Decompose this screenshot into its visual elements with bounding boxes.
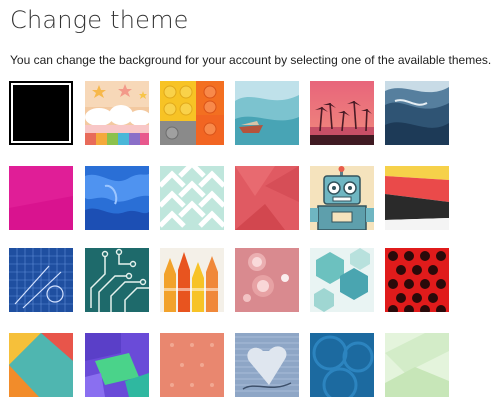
theme-peach-dots[interactable] [160, 333, 224, 397]
theme-palm-trees-sunset[interactable] [310, 81, 374, 145]
theme-coral-geometric[interactable] [235, 166, 299, 230]
robot-thumbnail [310, 166, 374, 230]
circuit-board-thumbnail [85, 248, 149, 312]
pale-green-geometric-thumbnail [385, 333, 449, 397]
theme-teal-hexagons[interactable] [310, 248, 374, 312]
boat-wave-thumbnail [235, 81, 299, 145]
theme-bokeh-red[interactable] [235, 248, 299, 312]
ocean-wave-thumbnail [385, 81, 449, 145]
theme-building-blocks[interactable] [160, 81, 224, 145]
stars-pastel-thumbnail [85, 81, 149, 145]
theme-green-purple-blocks[interactable] [85, 333, 149, 397]
theme-heart-fabric[interactable] [235, 333, 299, 397]
colorful-triangles-thumbnail [9, 333, 73, 397]
blue-circles-thumbnail [310, 333, 374, 397]
theme-colorful-triangles[interactable] [9, 333, 73, 397]
theme-stars-pastel[interactable] [85, 81, 149, 145]
theme-robot[interactable] [310, 166, 374, 230]
page-description: You can change the background for your a… [10, 53, 492, 67]
black-swatch [13, 85, 69, 141]
blueprint-thumbnail [9, 248, 73, 312]
theme-boat-wave[interactable] [235, 81, 299, 145]
red-dots-thumbnail [385, 248, 449, 312]
theme-crayons[interactable] [160, 248, 224, 312]
theme-blue-paint[interactable] [85, 166, 149, 230]
crayons-thumbnail [160, 248, 224, 312]
page-title: Change theme [10, 6, 189, 34]
building-blocks-thumbnail [160, 81, 224, 145]
bokeh-red-thumbnail [235, 248, 299, 312]
theme-pale-green-geometric[interactable] [385, 333, 449, 397]
heart-fabric-thumbnail [235, 333, 299, 397]
theme-black[interactable] [9, 81, 73, 145]
theme-red-dots[interactable] [385, 248, 449, 312]
theme-red-black-slope[interactable] [385, 166, 449, 230]
magenta-thumbnail [9, 166, 73, 230]
red-black-slope-thumbnail [385, 166, 449, 230]
theme-magenta[interactable] [9, 166, 73, 230]
blue-paint-thumbnail [85, 166, 149, 230]
teal-hexagons-thumbnail [310, 248, 374, 312]
theme-mint-chevrons[interactable] [160, 166, 224, 230]
peach-dots-thumbnail [160, 333, 224, 397]
palm-trees-sunset-thumbnail [310, 81, 374, 145]
mint-chevrons-thumbnail [160, 166, 224, 230]
theme-ocean-wave[interactable] [385, 81, 449, 145]
theme-blue-circles[interactable] [310, 333, 374, 397]
theme-blueprint[interactable] [9, 248, 73, 312]
green-purple-blocks-thumbnail [85, 333, 149, 397]
coral-geometric-thumbnail [235, 166, 299, 230]
theme-circuit-board[interactable] [85, 248, 149, 312]
